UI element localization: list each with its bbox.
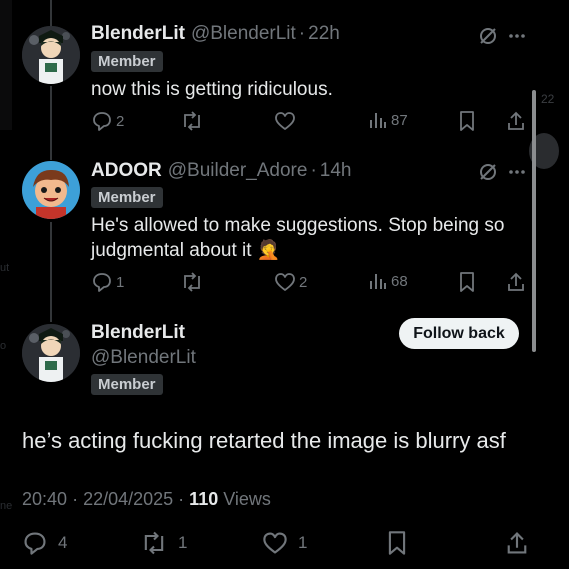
main-tweet-text: he’s acting fucking retarted the image i… [22, 428, 506, 453]
reply-icon [24, 532, 46, 555]
main-tweet-actions: 4 1 1 [0, 530, 569, 558]
reply-button[interactable]: 4 [22, 530, 67, 556]
tweet-actions: 2 87 [0, 110, 569, 134]
thread-page: ut o ne 22 BlenderLit @BlenderLit · 22h … [0, 0, 569, 569]
bookmark-button[interactable] [458, 110, 476, 132]
reply-icon [93, 112, 111, 131]
avatar[interactable] [22, 26, 80, 84]
tweet-header: ADOOR @Builder_Adore · 14h [91, 160, 351, 182]
separator-dot: · [298, 23, 306, 44]
grok-icon[interactable] [478, 162, 498, 182]
bookmark-icon [388, 531, 406, 555]
thread-line [50, 0, 52, 26]
bookmark-icon [460, 272, 474, 292]
member-badge: Member [91, 187, 163, 208]
user-handle[interactable]: @Builder_Adore [168, 160, 308, 182]
like-button[interactable] [274, 110, 299, 132]
follow-back-button[interactable]: Follow back [399, 318, 519, 349]
main-author-handle-row: @BlenderLit [85, 347, 196, 369]
like-icon [275, 273, 295, 291]
like-icon [263, 532, 287, 554]
views-icon [370, 274, 386, 289]
like-icon [275, 112, 295, 130]
reply-count: 2 [116, 112, 125, 130]
tweet-timestamp[interactable]: 20:40 [22, 489, 67, 509]
repost-button[interactable] [180, 110, 207, 132]
tweet-text: He's allowed to make suggestions. Stop b… [91, 213, 531, 263]
repost-count: 1 [178, 533, 188, 552]
repost-button[interactable] [180, 271, 207, 293]
reply-button[interactable]: 1 [91, 271, 124, 293]
reply-button[interactable]: 2 [91, 110, 124, 132]
tweet-date[interactable]: 22/04/2025 [83, 489, 173, 509]
grok-icon[interactable] [478, 26, 498, 46]
background-ghost-number: 22 [541, 92, 555, 106]
background-ghost-text: ne [0, 500, 13, 512]
views-count: 68 [391, 272, 408, 290]
member-badge: Member [91, 51, 163, 72]
bookmark-button[interactable] [386, 530, 408, 556]
like-count: 1 [298, 533, 308, 552]
tweet-actions: 1 2 68 [0, 271, 569, 295]
share-icon [508, 272, 524, 291]
user-handle[interactable]: @BlenderLit [191, 23, 296, 45]
share-button[interactable] [505, 530, 529, 556]
views-label: Views [223, 489, 271, 509]
views-icon [370, 113, 386, 128]
member-badge: Member [91, 374, 163, 395]
separator-dot: · [178, 489, 190, 509]
scrollbar[interactable] [532, 90, 536, 352]
user-handle[interactable]: @BlenderLit [91, 347, 196, 369]
like-button[interactable]: 1 [262, 530, 307, 556]
views-button[interactable]: 68 [368, 271, 408, 291]
display-name[interactable]: BlenderLit [91, 322, 185, 344]
share-icon [508, 111, 524, 130]
tweet-time[interactable]: 14h [320, 160, 352, 182]
tweet-text-line: judgmental about it [91, 240, 252, 261]
more-icon[interactable] [508, 26, 526, 46]
tweet-text: now this is getting ridiculous. [91, 79, 333, 100]
bookmark-icon [460, 111, 474, 131]
share-icon [507, 532, 527, 554]
tweet-header: BlenderLit @BlenderLit · 22h [91, 23, 340, 45]
repost-icon [144, 531, 164, 555]
views-count: 87 [391, 111, 408, 129]
views-button[interactable]: 87 [368, 110, 408, 130]
bookmark-button[interactable] [458, 271, 476, 293]
repost-icon [184, 272, 200, 292]
like-button[interactable]: 2 [274, 271, 307, 293]
display-name[interactable]: ADOOR [91, 160, 162, 182]
like-count: 2 [299, 273, 308, 291]
repost-button[interactable]: 1 [140, 530, 187, 556]
tweet-time[interactable]: 22h [308, 23, 340, 45]
tweet-top-icons [478, 26, 526, 46]
separator-dot: · [72, 489, 84, 509]
facepalm-emoji: 🤦 [256, 240, 281, 261]
tweet-meta: 20:40 · 22/04/2025 · 110 Views [22, 489, 271, 510]
tweet-top-icons [478, 162, 526, 182]
reply-count: 4 [58, 533, 68, 552]
separator-dot: · [310, 160, 317, 181]
main-author-name-row: BlenderLit [91, 322, 185, 344]
more-icon[interactable] [508, 162, 526, 182]
background-ghost-text: o [0, 340, 7, 352]
repost-icon [184, 111, 200, 131]
tweet-text-line-2: judgmental about it 🤦 [91, 238, 531, 263]
views-count: 110 [189, 489, 219, 509]
avatar[interactable] [22, 161, 80, 219]
avatar[interactable] [22, 324, 80, 382]
share-button[interactable] [506, 110, 526, 132]
tweet-text-line: He's allowed to make suggestions. Stop b… [91, 215, 505, 236]
display-name[interactable]: BlenderLit [91, 23, 185, 45]
reply-count: 1 [116, 273, 125, 291]
reply-icon [93, 273, 111, 292]
share-button[interactable] [506, 271, 526, 293]
